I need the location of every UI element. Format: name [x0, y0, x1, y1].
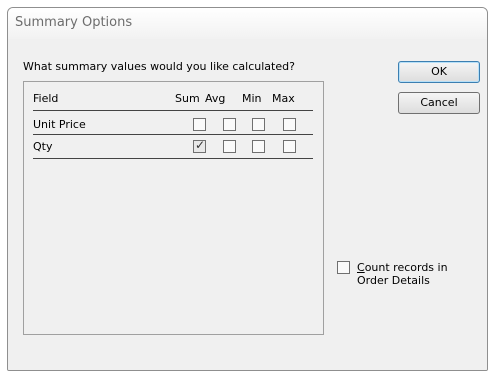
ok-button[interactable]: OK	[398, 61, 480, 83]
dialog-title: Summary Options	[15, 15, 133, 30]
header-min: Min	[242, 92, 262, 105]
checkbox-qty-avg[interactable]	[223, 140, 236, 153]
checkbox-unit-price-max[interactable]	[283, 118, 296, 131]
summary-options-dialog: Summary Options What summary values woul…	[7, 7, 488, 371]
checkbox-qty-max[interactable]	[283, 140, 296, 153]
header-rule	[33, 110, 313, 111]
checkbox-qty-min[interactable]	[252, 140, 265, 153]
row-label-unit-price: Unit Price	[33, 118, 86, 131]
header-avg: Avg	[205, 92, 226, 105]
checkbox-qty-sum[interactable]: ✓	[193, 138, 206, 153]
count-records-checkbox[interactable]	[337, 261, 350, 274]
checkbox-unit-price-min[interactable]	[252, 118, 265, 131]
row-rule-unit-price	[33, 134, 313, 135]
summary-grid: Field Sum Avg Min Max Unit Price Qty ✓	[23, 81, 324, 335]
title-bar: Summary Options	[8, 8, 487, 39]
header-max: Max	[272, 92, 295, 105]
count-records-label[interactable]: Count records in Order Details	[357, 261, 448, 287]
checkbox-unit-price-sum[interactable]	[193, 118, 206, 131]
prompt-text: What summary values would you like calcu…	[23, 60, 295, 73]
cancel-button[interactable]: Cancel	[398, 92, 480, 114]
row-label-qty: Qty	[33, 140, 53, 153]
row-rule-qty	[33, 158, 313, 159]
dialog-body: What summary values would you like calcu…	[8, 39, 487, 370]
header-sum: Sum	[175, 92, 200, 105]
checkbox-unit-price-avg[interactable]	[223, 118, 236, 131]
checkmark-icon: ✓	[195, 138, 206, 152]
count-records-label-line1: ount records in	[364, 261, 448, 274]
count-records-label-line2: Order Details	[357, 274, 430, 287]
count-records-mnemonic: C	[357, 261, 365, 274]
header-field: Field	[33, 92, 59, 105]
